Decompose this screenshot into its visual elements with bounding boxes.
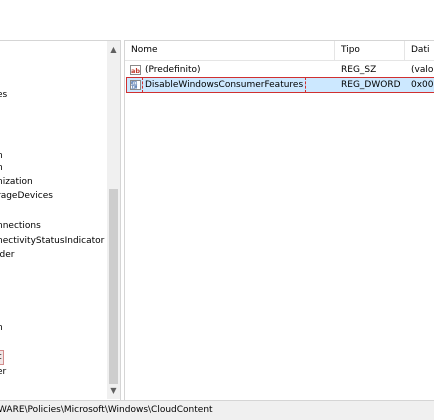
value-data: 0x000: [411, 80, 434, 90]
scroll-up-icon[interactable]: ▲: [107, 43, 120, 56]
tree-item-label: er: [0, 367, 7, 377]
tree-item-label: es: [0, 90, 8, 100]
scrollbar-thumb[interactable]: [109, 189, 118, 384]
column-header-type[interactable]: Tipo: [335, 41, 405, 60]
tree-item[interactable]: nnections: [0, 220, 41, 233]
value-row-selected[interactable]: 011 110 DisableWindowsConsumerFeatures R…: [127, 77, 434, 93]
tree-item[interactable]: ider: [0, 249, 14, 262]
list-header: Nome Tipo Dati: [125, 41, 434, 61]
tree-item[interactable]: rageDevices: [0, 190, 53, 203]
value-data: (valor: [411, 65, 434, 75]
string-value-icon: ab: [130, 65, 141, 75]
column-header-data[interactable]: Dati: [405, 41, 434, 60]
binary-value-icon: 011 110: [130, 80, 141, 90]
scroll-down-icon[interactable]: ▼: [107, 384, 120, 397]
tree-item[interactable]: es: [0, 89, 7, 102]
value-type: REG_SZ: [341, 65, 377, 75]
tree-item[interactable]: er: [0, 366, 6, 379]
registry-values-list[interactable]: Nome Tipo Dati ab (Predefinito) REG_SZ (…: [124, 40, 434, 400]
value-type: REG_DWORD: [341, 80, 401, 90]
tree-item-label: n: [0, 323, 3, 333]
status-bar-key-path: WARE\Policies\Microsoft\Windows\CloudCon…: [0, 405, 213, 415]
tree-item-label: t: [0, 352, 2, 362]
value-name: (Predefinito): [145, 65, 201, 75]
column-header-name[interactable]: Nome: [125, 41, 335, 60]
tree-vertical-scrollbar[interactable]: ▲ ▼: [107, 41, 120, 399]
value-row[interactable]: ab (Predefinito) REG_SZ (valor: [127, 63, 434, 77]
tree-item-label: nnections: [0, 221, 41, 231]
svg-text:110: 110: [131, 85, 138, 90]
status-bar: WARE\Policies\Microsoft\Windows\CloudCon…: [0, 400, 434, 420]
registry-key-tree[interactable]: es n n nization rageDevices nnections ne…: [0, 40, 121, 400]
tree-item-label: rageDevices: [0, 191, 53, 201]
tree-item-label: nization: [0, 177, 33, 187]
tree-item-label: ider: [0, 250, 15, 260]
tree-item[interactable]: n: [0, 322, 3, 335]
tree-item[interactable]: nectivityStatusIndicator: [0, 235, 104, 248]
tree-item[interactable]: nization: [0, 176, 33, 189]
top-blank-area: [0, 0, 434, 40]
tree-item-cloudcontent-selected[interactable]: t: [0, 350, 4, 365]
tree-item-label: n: [0, 151, 3, 161]
tree-item[interactable]: n: [0, 162, 3, 175]
tree-item-label: n: [0, 163, 3, 173]
value-name: DisableWindowsConsumerFeatures: [141, 77, 307, 93]
tree-item-label: nectivityStatusIndicator: [0, 236, 105, 246]
